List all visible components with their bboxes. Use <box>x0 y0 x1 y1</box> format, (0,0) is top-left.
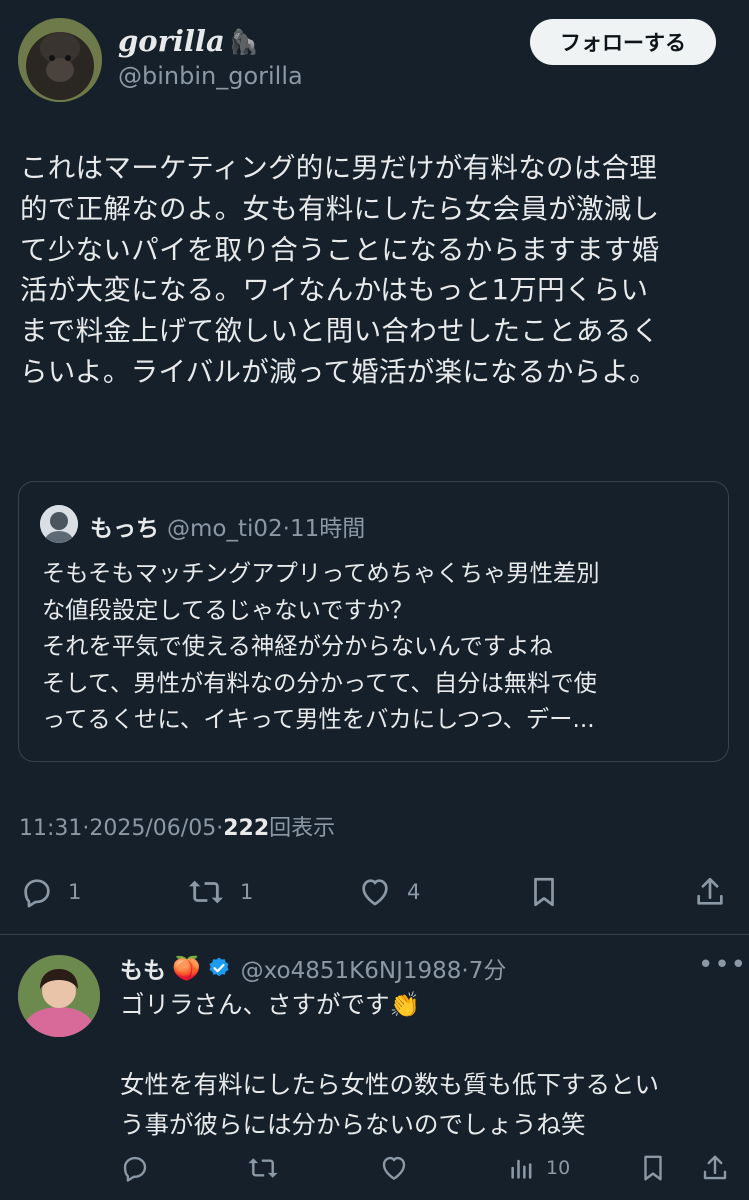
bookmark-button[interactable] <box>527 866 561 918</box>
like-icon <box>357 875 393 909</box>
tweet-text: これはマーケティング的に男だけが有料なのは合理 的で正解なのよ。女も有料にしたら… <box>20 152 660 388</box>
reply-analytics-button[interactable]: 10 <box>508 1144 570 1192</box>
retweet-button[interactable]: 1 <box>186 866 253 918</box>
like-count: 4 <box>407 880 421 904</box>
view-count: 222 <box>223 816 270 841</box>
more-icon[interactable]: ••• <box>698 950 747 980</box>
quoted-tweet-text: そもそもマッチングアプリってめちゃくちゃ男性差別 な値段設定してるじゃないですか… <box>42 560 600 733</box>
bookmark-icon <box>638 1152 668 1184</box>
author-handle[interactable]: @binbin_gorilla <box>118 62 303 90</box>
quoted-tweet-header: もっち @mo_ti02·11時間 <box>90 509 365 543</box>
meta-sep-2: · <box>216 816 224 841</box>
reply-view-count: 10 <box>546 1157 571 1179</box>
peach-emoji: 🍑 <box>172 955 201 982</box>
quoted-author-name: もっち <box>90 516 159 542</box>
like-icon <box>378 1153 410 1183</box>
author-name-text: gorilla <box>118 24 225 58</box>
reply-reply-button[interactable] <box>120 1144 150 1192</box>
reply-text: ゴリラさん、さすがです👏 女性を有料にしたら女性の数も質も低下するとい う事が彼… <box>120 985 720 1145</box>
reply-actions: 10 <box>0 1144 749 1192</box>
reply-bookmark-button[interactable] <box>638 1144 668 1192</box>
gorilla-emoji: 🦍 <box>228 26 259 56</box>
like-button[interactable]: 4 <box>357 866 420 918</box>
divider <box>0 934 749 935</box>
bookmark-icon <box>527 874 561 910</box>
view-count-label: 回表示 <box>269 816 336 841</box>
reply-author-handle[interactable]: @xo4851K6NJ1988 <box>241 958 462 984</box>
reply-like-button[interactable] <box>378 1144 410 1192</box>
retweet-icon <box>246 1153 280 1183</box>
reply-retweet-button[interactable] <box>246 1144 280 1192</box>
reply-author-name[interactable]: もも <box>120 951 166 985</box>
retweet-icon <box>186 875 226 909</box>
retweet-count: 1 <box>240 880 254 904</box>
analytics-icon <box>508 1153 536 1183</box>
reply-header: もも 🍑 @xo4851K6NJ1988·7分 <box>120 951 506 985</box>
reply-time[interactable]: 7分 <box>469 958 507 984</box>
reply-sep: · <box>461 958 469 984</box>
reply-icon <box>120 1153 150 1183</box>
meta-sep-1: · <box>82 816 90 841</box>
quoted-time: 11時間 <box>289 516 366 542</box>
reply-text-rest: 女性を有料にしたら女性の数も質も低下するとい う事が彼らには分からないのでしょう… <box>120 1070 659 1139</box>
quoted-sep: · <box>282 516 290 542</box>
verified-badge-icon <box>207 956 231 980</box>
reply-count: 1 <box>68 880 82 904</box>
quoted-author-avatar <box>40 505 78 543</box>
author-avatar[interactable] <box>18 18 102 102</box>
quoted-author-handle: @mo_ti02 <box>167 516 283 542</box>
tweet-time[interactable]: 11:31 <box>19 816 82 841</box>
tweet-meta: 11:31 · 2025/06/05 · 222 回表示 <box>19 810 335 842</box>
reply-author-avatar[interactable] <box>18 955 100 1037</box>
reply-text-line1: ゴリラさん、さすがです👏 <box>120 990 421 1019</box>
reply-share-button[interactable] <box>700 1144 730 1192</box>
author-display-name[interactable]: gorilla 🦍 <box>118 24 259 58</box>
follow-button[interactable]: フォローする <box>530 19 716 65</box>
share-icon <box>700 1152 730 1184</box>
share-icon <box>693 874 727 910</box>
tweet-actions: 1 1 4 <box>0 866 749 918</box>
reply-button[interactable]: 1 <box>20 866 81 918</box>
share-button[interactable] <box>693 866 727 918</box>
reply-icon <box>20 875 54 909</box>
tweet-date[interactable]: 2025/06/05 <box>89 816 216 841</box>
